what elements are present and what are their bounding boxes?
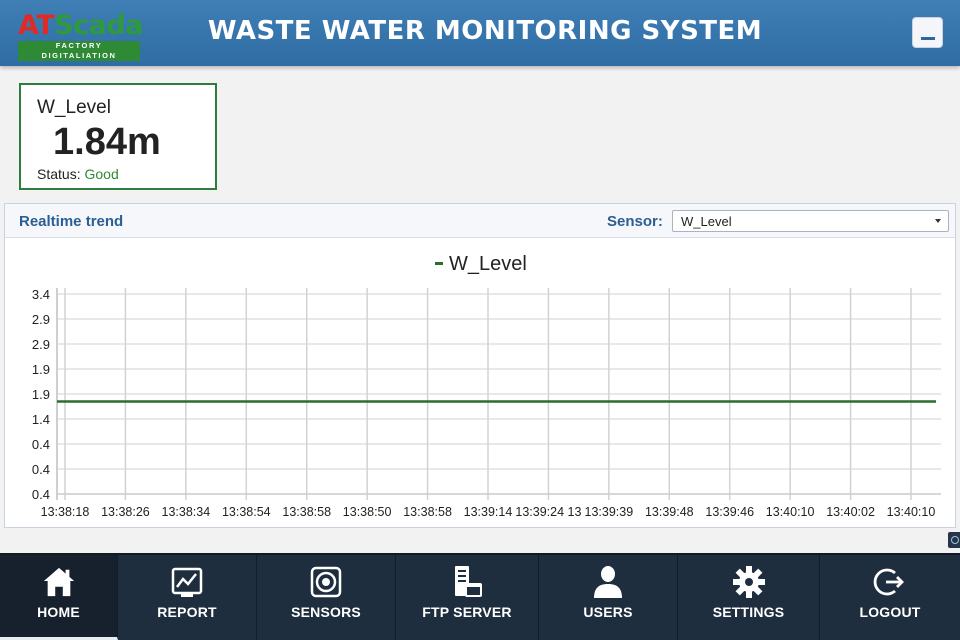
status-label: Status: <box>37 166 81 182</box>
nav-label-users: USERS <box>583 604 633 620</box>
logo-tagline: FACTORY DIGITALIATION <box>18 41 140 61</box>
nav-label-home: HOME <box>37 604 80 620</box>
y-tick-label: 2.9 <box>32 312 50 327</box>
nav-item-sensors[interactable]: SENSORS <box>257 555 396 640</box>
x-tick-label: 13:38:58 <box>282 505 331 519</box>
x-tick-label: 13:39:46 <box>705 505 754 519</box>
value-card-status: Status: Good <box>37 166 119 182</box>
app-header: ATScada FACTORY DIGITALIATION WASTE WATE… <box>0 0 960 66</box>
bottom-navigation: HOME REPORT SENSORS FTP SERVER USERS SET… <box>0 553 960 640</box>
nav-label-ftp-server: FTP SERVER <box>422 604 512 620</box>
user-icon <box>591 565 625 599</box>
nav-label-report: REPORT <box>157 604 217 620</box>
server-icon <box>450 565 484 599</box>
chevron-down-icon <box>935 219 941 223</box>
atscada-logo: ATScada FACTORY DIGITALIATION <box>18 10 143 61</box>
legend-swatch <box>435 262 443 265</box>
x-tick-label: 13:39:14 <box>464 505 513 519</box>
y-tick-label: 3.4 <box>32 287 50 302</box>
sensor-label: Sensor: <box>607 213 663 230</box>
value-card-label: W_Level <box>37 97 111 118</box>
x-tick-label: 13:38:58 <box>403 505 452 519</box>
nav-item-ftp-server[interactable]: FTP SERVER <box>396 555 539 640</box>
y-tick-label: 1.4 <box>32 412 50 427</box>
trend-chart: 3.4 2.9 2.9 1.9 1.9 1.4 0.4 0.4 0.4 13:38:18 13:3… <box>32 253 941 519</box>
logo-wordmark: ATScada <box>18 10 143 41</box>
y-tick-label: 0.4 <box>32 437 50 452</box>
minimize-button[interactable] <box>912 17 943 48</box>
x-tick-label: 13:39:24 13 <box>515 505 581 519</box>
x-tick-label: 13:38:18 <box>41 505 90 519</box>
x-tick-label: 13:38:26 <box>101 505 150 519</box>
y-tick-label: 2.9 <box>32 337 50 352</box>
legend-label: W_Level <box>449 253 527 275</box>
realtime-trend-panel: Realtime trend Sensor: W_Level 3.4 2.9 2.9… <box>4 203 956 528</box>
status-badge: Good <box>84 166 119 182</box>
gear-icon <box>732 565 766 599</box>
minimize-icon <box>921 37 935 40</box>
x-tick-label: 13:39:48 <box>645 505 694 519</box>
sensor-icon <box>309 565 343 599</box>
nav-item-settings[interactable]: SETTINGS <box>678 555 820 640</box>
y-tick-label: 0.4 <box>32 487 50 502</box>
x-tick-label: 13:40:02 <box>826 505 875 519</box>
report-chart-icon <box>170 565 204 599</box>
logout-icon <box>873 565 907 599</box>
x-tick-label: 13:39:39 <box>585 505 634 519</box>
x-tick-label: 13:38:54 <box>222 505 271 519</box>
y-tick-label: 1.9 <box>32 387 50 402</box>
home-icon <box>42 565 76 599</box>
x-tick-label: 13:40:10 <box>766 505 815 519</box>
nav-item-users[interactable]: USERS <box>539 555 678 640</box>
y-tick-label: 1.9 <box>32 362 50 377</box>
nav-item-home[interactable]: HOME <box>0 555 118 640</box>
logo-scada: Scada <box>54 10 143 41</box>
x-tick-label: 13:38:34 <box>162 505 211 519</box>
sensor-select[interactable]: W_Level <box>672 210 949 232</box>
nav-label-sensors: SENSORS <box>291 604 361 620</box>
x-tick-label: 13:38:50 <box>343 505 392 519</box>
page-title: WASTE WATER MONITORING SYSTEM <box>207 16 763 46</box>
nav-label-logout: LOGOUT <box>859 604 921 620</box>
trend-header: Realtime trend Sensor: W_Level <box>5 204 955 238</box>
y-tick-label: 0.4 <box>32 462 50 477</box>
logo-at: AT <box>18 10 55 41</box>
nav-item-report[interactable]: REPORT <box>118 555 257 640</box>
nav-item-logout[interactable]: LOGOUT <box>820 555 960 640</box>
nav-label-settings: SETTINGS <box>712 604 785 620</box>
x-tick-label: 13:40:10 <box>887 505 936 519</box>
corner-toggle-button[interactable] <box>948 532 960 548</box>
sensor-select-value: W_Level <box>681 214 732 229</box>
trend-title: Realtime trend <box>19 213 124 230</box>
value-card-reading: 1.84m <box>53 121 161 163</box>
level-value-card: W_Level 1.84m Status: Good <box>19 83 217 190</box>
